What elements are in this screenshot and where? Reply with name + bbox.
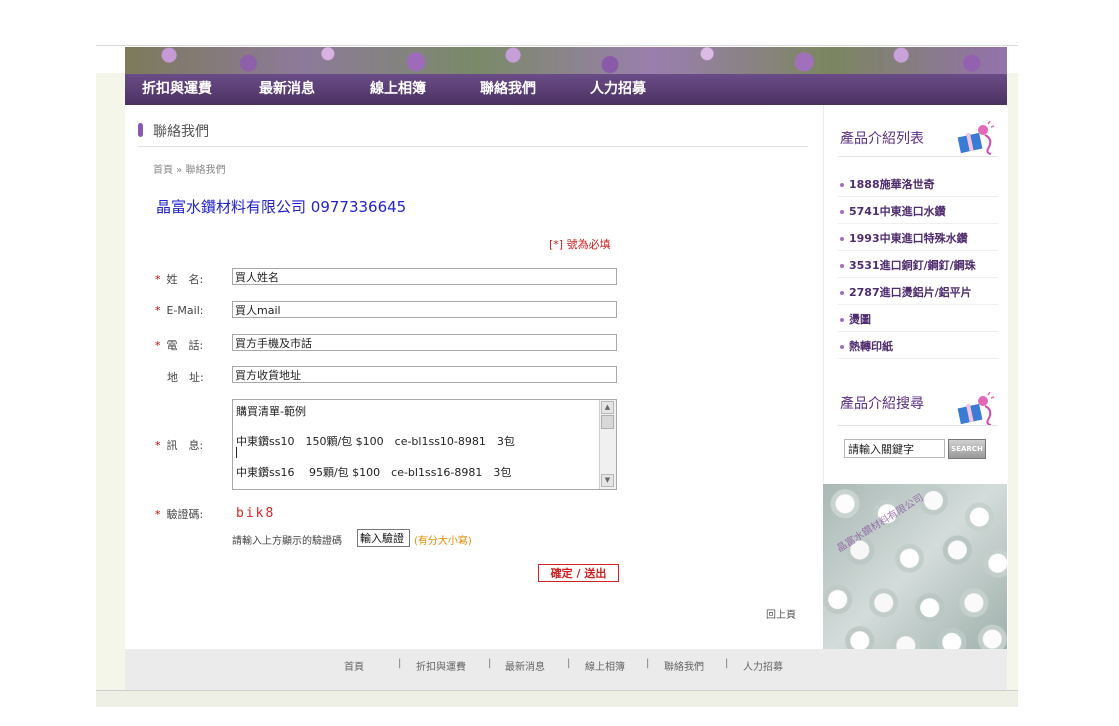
- sidebar-divider: [838, 156, 998, 157]
- bottom-strip: [96, 690, 1018, 707]
- required-star: *: [155, 339, 161, 352]
- email-input[interactable]: [232, 301, 617, 318]
- back-link[interactable]: 回上頁: [766, 606, 796, 621]
- bullet-icon: [840, 345, 844, 349]
- required-star: *: [155, 304, 161, 317]
- required-star: *: [155, 439, 161, 452]
- nav-news[interactable]: 最新消息: [259, 74, 315, 105]
- message-line: 中東鑽ss16 95顆/包 $100 ce-bl1ss16-8981 3包: [236, 466, 512, 479]
- product-search-heading: 產品介紹搜尋: [840, 396, 924, 412]
- name-label: * 姓 名:: [155, 273, 204, 286]
- gift-box-icon: [957, 392, 995, 426]
- bullet-icon: [840, 291, 844, 295]
- captcha-case-note: (有分大小寫): [414, 536, 472, 547]
- email-label: * E-Mail:: [155, 304, 204, 317]
- bullet-icon: [840, 318, 844, 322]
- phone-label: * 電 話:: [155, 339, 204, 352]
- search-input[interactable]: [844, 439, 945, 458]
- category-divider: [838, 277, 998, 278]
- submit-button[interactable]: 確定 / 送出: [538, 564, 619, 582]
- footer-separator: |: [398, 658, 402, 669]
- required-note: [*] 號為必填: [549, 238, 611, 251]
- footer-separator: |: [488, 658, 492, 669]
- category-item[interactable]: 5741中東進口水鑽: [840, 203, 946, 219]
- captcha-label: * 驗證碼:: [155, 508, 204, 521]
- category-divider: [838, 223, 998, 224]
- category-divider: [838, 304, 998, 305]
- scroll-thumb[interactable]: [601, 415, 614, 429]
- captcha-hint: 請輸入上方顯示的驗證碼: [232, 536, 342, 547]
- rhinestone-product-photo: 晶富水鑽材料有限公司: [823, 484, 1007, 649]
- required-star: *: [155, 273, 161, 286]
- bullet-icon: [840, 210, 844, 214]
- nav-recruitment[interactable]: 人力招募: [590, 74, 646, 105]
- category-item[interactable]: 1993中東進口特殊水鑽: [840, 230, 968, 246]
- footer-separator: |: [725, 658, 729, 669]
- breadcrumb[interactable]: 首頁 » 聯絡我們: [153, 161, 225, 176]
- scroll-up-icon[interactable]: ▲: [601, 401, 614, 414]
- captcha-input[interactable]: [357, 529, 410, 547]
- footer-contact-link[interactable]: 聯絡我們: [664, 658, 704, 673]
- search-button[interactable]: SEARCH: [948, 439, 986, 459]
- title-bullet-icon: [138, 123, 143, 137]
- bullet-icon: [840, 237, 844, 241]
- message-label: * 訊 息:: [155, 439, 204, 452]
- footer-album-link[interactable]: 線上相簿: [585, 658, 625, 673]
- footer-separator: |: [567, 658, 571, 669]
- footer-separator: |: [646, 658, 650, 669]
- product-list-heading: 產品介紹列表: [840, 131, 924, 147]
- footer-news-link[interactable]: 最新消息: [505, 658, 545, 673]
- footer: [125, 649, 1007, 690]
- phone-input[interactable]: [232, 334, 617, 351]
- required-star: *: [155, 508, 161, 521]
- bullet-icon: [840, 264, 844, 268]
- nav-discount-shipping[interactable]: 折扣與運費: [142, 74, 212, 105]
- gift-box-icon: [957, 121, 995, 155]
- page-title: 聯絡我們: [153, 124, 209, 140]
- top-divider: [96, 45, 1018, 46]
- nav-photo-album[interactable]: 線上相簿: [370, 74, 426, 105]
- name-input[interactable]: [232, 268, 617, 285]
- category-item[interactable]: 3531進口銅釘/鋼釘/鋼珠: [840, 257, 976, 273]
- main-nav: 折扣與運費 最新消息 線上相簿 聯絡我們 人力招募: [125, 74, 1007, 105]
- category-item[interactable]: 1888施華洛世奇: [840, 176, 935, 192]
- message-line: 中東鑽ss10 150顆/包 $100 ce-bl1ss10-8981 3包: [236, 435, 515, 448]
- scroll-down-icon[interactable]: ▼: [601, 474, 614, 487]
- category-item[interactable]: 2787進口燙鋁片/鋁平片: [840, 284, 972, 300]
- textarea-scrollbar[interactable]: ▲ ▼: [599, 400, 616, 489]
- category-divider: [838, 358, 998, 359]
- address-input[interactable]: [232, 366, 617, 383]
- title-divider: [138, 146, 808, 147]
- bullet-icon: [840, 183, 844, 187]
- category-divider: [838, 331, 998, 332]
- category-item[interactable]: 熱轉印紙: [840, 338, 893, 354]
- footer-recruit-link[interactable]: 人力招募: [743, 658, 783, 673]
- company-name-phone: 晶富水鑽材料有限公司 0977336645: [156, 198, 407, 216]
- sidebar-divider: [838, 425, 998, 426]
- header-banner-flowers: [125, 47, 1007, 74]
- message-textarea[interactable]: 購買清單-範例 中東鑽ss10 150顆/包 $100 ce-bl1ss10-8…: [232, 399, 617, 490]
- category-divider: [838, 196, 998, 197]
- footer-home-link[interactable]: 首頁: [344, 658, 364, 673]
- address-label: 地 址:: [167, 371, 204, 384]
- captcha-image: bik8: [236, 506, 276, 521]
- message-line: 購買清單-範例: [236, 405, 306, 418]
- category-item[interactable]: 燙圖: [840, 311, 871, 327]
- text-caret: [236, 447, 237, 458]
- nav-contact-us[interactable]: 聯絡我們: [480, 74, 536, 105]
- footer-discount-link[interactable]: 折扣與運費: [416, 658, 466, 673]
- photo-watermark: 晶富水鑽材料有限公司: [835, 492, 926, 555]
- category-divider: [838, 250, 998, 251]
